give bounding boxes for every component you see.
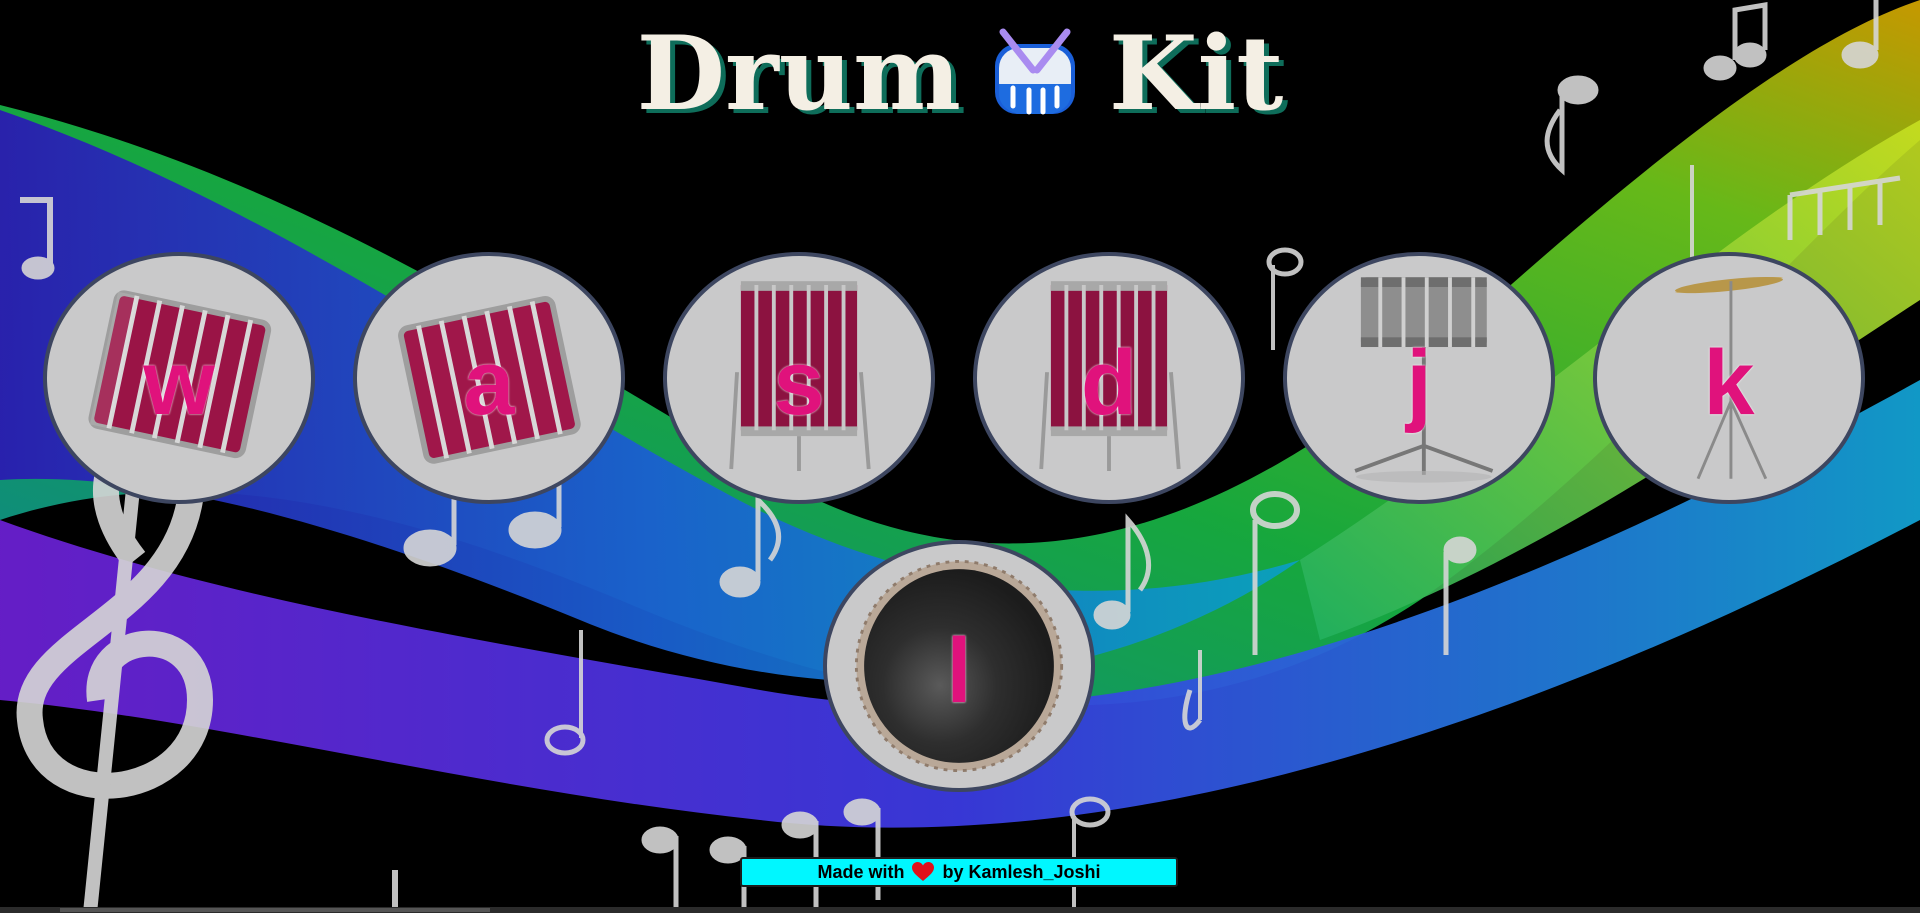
- drum-pad-a[interactable]: a: [353, 252, 625, 504]
- drum-pad-j[interactable]: j: [1283, 252, 1555, 504]
- footer-text-made-with: Made with: [817, 861, 905, 882]
- key-letter: l: [946, 619, 972, 722]
- footer-text-author: by Kamlesh_Joshi: [942, 861, 1101, 882]
- drum-pad-l[interactable]: l: [823, 540, 1095, 792]
- key-letter: w: [143, 331, 215, 434]
- key-letter: a: [463, 331, 515, 434]
- title-text-kit: Kit: [1108, 14, 1284, 134]
- key-letter: s: [773, 331, 825, 434]
- credits-footer: Made with by Kamlesh_Joshi: [740, 857, 1178, 887]
- drum-pad-s[interactable]: s: [663, 252, 935, 504]
- drum-pad-k[interactable]: k: [1593, 252, 1865, 504]
- title-text-drum: Drum: [636, 14, 961, 134]
- scrollbar-thumb[interactable]: [60, 908, 490, 912]
- heart-icon: [912, 862, 935, 881]
- horizontal-scrollbar[interactable]: [0, 907, 1920, 913]
- drum-pad-d[interactable]: d: [973, 252, 1245, 504]
- page-title: Drum Kit: [0, 14, 1920, 134]
- key-letter: j: [1406, 331, 1432, 434]
- drum-pad-w[interactable]: w: [43, 252, 315, 504]
- drum-emoji-icon: [994, 28, 1075, 115]
- key-letter: k: [1703, 331, 1755, 434]
- key-letter: d: [1080, 331, 1138, 434]
